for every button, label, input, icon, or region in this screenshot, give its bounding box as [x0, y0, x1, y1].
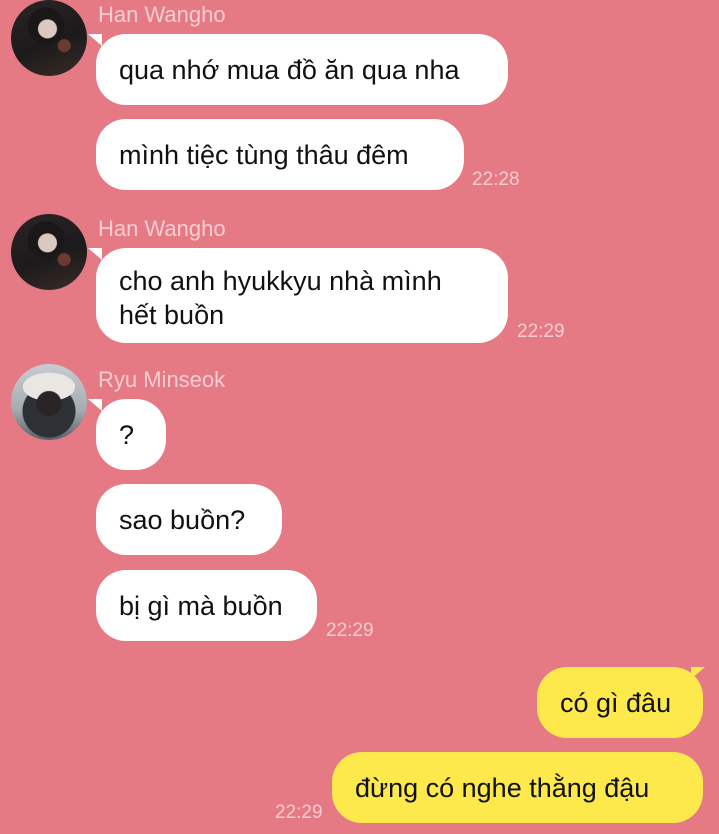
message-timestamp: 22:29 — [275, 802, 323, 823]
my-message-bubble[interactable]: đừng có nghe thằng đậu — [332, 752, 703, 823]
message-bubble[interactable]: cho anh hyukkyu nhà mình hết buồn — [96, 248, 508, 343]
bubble-tail — [88, 248, 102, 260]
bubble-tail — [88, 34, 102, 46]
message-bubble[interactable]: qua nhớ mua đồ ăn qua nha — [96, 34, 508, 105]
avatar-han-wangho[interactable] — [11, 0, 87, 76]
message-bubble[interactable]: mình tiệc tùng thâu đêm — [96, 119, 464, 190]
my-message-bubble[interactable]: có gì đâu — [537, 667, 703, 738]
message-bubble[interactable]: sao buồn? — [96, 484, 282, 555]
bubble-tail — [88, 399, 102, 411]
message-bubble[interactable]: ? — [96, 399, 166, 470]
message-timestamp: 22:29 — [517, 321, 565, 342]
message-timestamp: 22:28 — [472, 169, 520, 190]
sender-name: Han Wangho — [98, 216, 226, 241]
sender-name: Ryu Minseok — [98, 367, 226, 392]
message-timestamp: 22:29 — [326, 620, 374, 641]
message-bubble[interactable]: bị gì mà buồn — [96, 570, 317, 641]
sender-name: Han Wangho — [98, 2, 226, 27]
avatar-ryu-minseok[interactable] — [11, 364, 87, 440]
avatar-han-wangho[interactable] — [11, 214, 87, 290]
